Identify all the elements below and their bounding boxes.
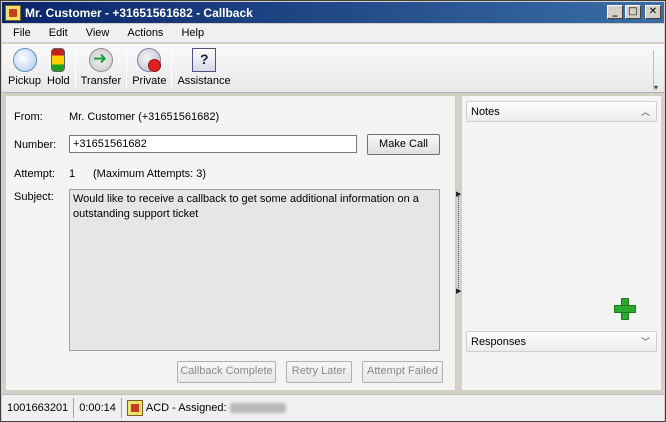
window-title: Mr. Customer - +31651561682 - Callback xyxy=(25,5,253,20)
toolbar-separator xyxy=(126,48,128,88)
menu-help[interactable]: Help xyxy=(172,27,213,39)
acd-icon xyxy=(126,400,143,416)
call-timer: 0:00:14 xyxy=(74,398,122,418)
from-label: From: xyxy=(14,111,43,123)
attempt-label: Attempt: xyxy=(14,168,55,180)
notes-label: Notes xyxy=(471,105,500,118)
assignment-text: ACD - Assigned: xyxy=(145,402,227,414)
toolbar-separator xyxy=(74,48,76,88)
hourglass-icon xyxy=(51,48,66,72)
number-input[interactable] xyxy=(69,135,357,153)
attempt-value: 1 xyxy=(69,168,76,180)
close-button[interactable]: ✕ xyxy=(645,5,661,19)
status-bar: 1001663201 0:00:14 ACD - Assigned: xyxy=(2,394,664,421)
callback-details-panel: From: Mr. Customer (+31651561682) Number… xyxy=(6,96,455,390)
assignment-status: ACD - Assigned: xyxy=(122,398,291,418)
menu-actions[interactable]: Actions xyxy=(118,27,172,39)
toolbar: Pickup Hold Transfer Private Assistance xyxy=(2,44,664,93)
assistance-label: Assistance xyxy=(177,75,231,87)
expand-arrow-icon[interactable]: ▶ xyxy=(456,287,461,295)
assistance-button[interactable]: Assistance xyxy=(174,44,233,92)
callback-window: Mr. Customer - +31651561682 - Callback _… xyxy=(0,0,666,422)
private-icon xyxy=(137,48,162,72)
window-controls: _ □ ✕ xyxy=(607,5,661,19)
menu-view[interactable]: View xyxy=(77,27,119,39)
transfer-arrow-icon xyxy=(88,48,113,72)
add-icon[interactable] xyxy=(614,298,636,320)
redacted-user-name xyxy=(229,403,286,413)
pickup-label: Pickup xyxy=(8,75,42,87)
notes-header[interactable]: Notes ︿ xyxy=(466,101,657,122)
side-panel: Notes ︿ Responses ﹀ xyxy=(462,96,661,390)
subject-label: Subject: xyxy=(14,191,54,203)
menu-edit[interactable]: Edit xyxy=(40,27,77,39)
app-icon xyxy=(5,4,21,21)
help-icon xyxy=(192,48,217,72)
hold-label: Hold xyxy=(47,75,70,87)
responses-header[interactable]: Responses ﹀ xyxy=(466,331,657,352)
from-value: Mr. Customer (+31651561682) xyxy=(69,111,220,123)
transfer-label: Transfer xyxy=(80,75,122,87)
speech-bubble-icon xyxy=(12,48,37,72)
subject-textarea[interactable]: Would like to receive a callback to get … xyxy=(69,189,440,351)
transfer-button[interactable]: Transfer xyxy=(78,44,125,92)
minimize-button[interactable]: _ xyxy=(607,5,623,19)
menu-file[interactable]: File xyxy=(2,27,40,39)
panel-splitter[interactable]: ▶ ▶ xyxy=(455,96,462,390)
private-button[interactable]: Private xyxy=(129,44,169,92)
pickup-button[interactable]: Pickup xyxy=(2,44,44,92)
chevron-up-icon[interactable]: ︿ xyxy=(641,105,650,118)
number-label: Number: xyxy=(14,139,57,151)
make-call-button[interactable]: Make Call xyxy=(367,134,440,155)
title-bar[interactable]: Mr. Customer - +31651561682 - Callback _… xyxy=(2,2,664,23)
private-label: Private xyxy=(132,75,167,87)
retry-later-button[interactable]: Retry Later xyxy=(286,361,352,383)
splitter-grip xyxy=(458,196,459,292)
chevron-down-icon[interactable]: ﹀ xyxy=(641,335,650,348)
toolbar-overflow-icon[interactable] xyxy=(653,50,661,92)
menu-bar: File Edit View Actions Help xyxy=(2,24,664,43)
callback-complete-button[interactable]: Callback Complete xyxy=(177,361,276,383)
interaction-id: 1001663201 xyxy=(2,398,75,418)
maximize-button[interactable]: □ xyxy=(625,5,641,19)
responses-label: Responses xyxy=(471,335,527,348)
toolbar-separator xyxy=(171,48,173,88)
hold-button[interactable]: Hold xyxy=(44,44,73,92)
max-attempts-text: (Maximum Attempts: 3) xyxy=(93,168,207,180)
attempt-failed-button[interactable]: Attempt Failed xyxy=(362,361,443,383)
